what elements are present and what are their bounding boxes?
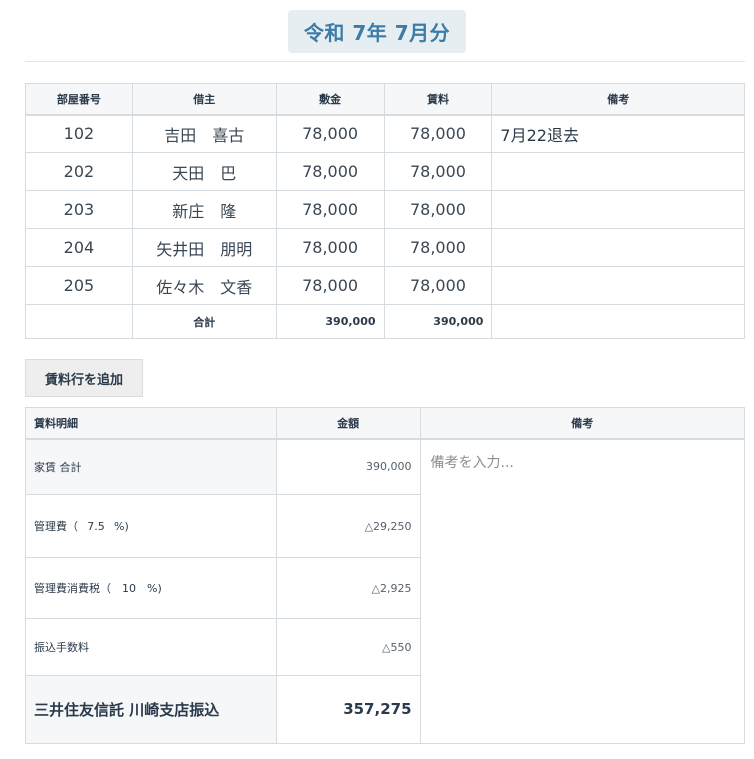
page-title: 令和 7年 7月分 xyxy=(287,10,467,53)
rent-cell[interactable]: 78,000 xyxy=(383,152,493,191)
total-note-empty xyxy=(491,304,745,339)
room-cell[interactable]: 203 xyxy=(25,190,133,229)
col-remarks: 備考 xyxy=(419,407,746,440)
table-row: 204 矢井田 朋明 78,000 78,000 xyxy=(25,228,745,267)
room-cell[interactable]: 204 xyxy=(25,228,133,267)
remarks-textarea[interactable] xyxy=(430,451,734,727)
total-row: 合計 390,000 390,000 xyxy=(25,304,745,339)
rent-cell[interactable]: 78,000 xyxy=(383,266,493,305)
note-cell[interactable] xyxy=(491,228,745,267)
rent-cell[interactable]: 78,000 xyxy=(383,228,493,267)
mgmt-tax-label: 管理費消費税（ xyxy=(34,582,111,596)
deposit-cell[interactable]: 78,000 xyxy=(275,190,385,229)
rent-total-amount: 390,000 xyxy=(275,437,421,496)
rent-table: 部屋番号 借主 敷金 賃料 備考 102 吉田 喜古 78,000 78,000… xyxy=(25,83,745,339)
mgmt-tax-pct-suffix: %) xyxy=(147,582,162,596)
note-cell[interactable] xyxy=(491,266,745,305)
detail-table: 賃料明細 金額 備考 家賃 合計 390,000 管理費（ 7.5%) △29,2… xyxy=(25,407,746,744)
room-cell[interactable]: 102 xyxy=(25,114,133,153)
detail-table-header: 賃料明細 金額 備考 xyxy=(25,407,746,440)
tenant-cell[interactable]: 新庄 隆 xyxy=(131,190,277,229)
deposit-cell[interactable]: 78,000 xyxy=(275,266,385,305)
mgmt-fee-pct-input[interactable]: 7.5 xyxy=(82,520,110,533)
rent-total-row: 家賃 合計 390,000 xyxy=(25,437,746,744)
title-wrap: 令和 7年 7月分 xyxy=(0,10,754,53)
tenant-cell[interactable]: 佐々木 文香 xyxy=(131,266,277,305)
rent-total-label: 家賃 合計 xyxy=(25,437,277,496)
note-cell[interactable]: 7月22退去 xyxy=(491,114,745,153)
final-label: 三井住友信託 川崎支店振込 xyxy=(25,674,277,744)
deposit-cell[interactable]: 78,000 xyxy=(275,114,385,153)
deposit-cell[interactable]: 78,000 xyxy=(275,152,385,191)
col-room: 部屋番号 xyxy=(25,83,133,116)
transfer-fee-label: 振込手数料 xyxy=(25,618,277,676)
mgmt-fee-amount: △29,250 xyxy=(275,494,421,558)
note-cell[interactable] xyxy=(491,190,745,229)
rent-cell[interactable]: 78,000 xyxy=(383,190,493,229)
mgmt-fee-label: 管理費（ xyxy=(34,520,78,534)
room-cell[interactable]: 202 xyxy=(25,152,133,191)
total-label: 合計 xyxy=(131,304,277,339)
transfer-fee-amount: △550 xyxy=(275,618,421,676)
col-rent: 賃料 xyxy=(383,83,493,116)
mgmt-tax-amount: △2,925 xyxy=(275,556,421,620)
deposit-cell[interactable]: 78,000 xyxy=(275,228,385,267)
room-cell[interactable]: 205 xyxy=(25,266,133,305)
rent-table-header: 部屋番号 借主 敷金 賃料 備考 xyxy=(25,83,745,116)
mgmt-tax-label-cell: 管理費消費税（ 10%) xyxy=(25,556,277,620)
total-empty-cell xyxy=(25,304,133,339)
col-deposit: 敷金 xyxy=(275,83,385,116)
table-row: 202 天田 巴 78,000 78,000 xyxy=(25,152,745,191)
col-amount: 金額 xyxy=(275,407,421,440)
table-row: 205 佐々木 文香 78,000 78,000 xyxy=(25,266,745,305)
rent-cell[interactable]: 78,000 xyxy=(383,114,493,153)
final-amount: 357,275 xyxy=(275,674,421,744)
tenant-cell[interactable]: 吉田 喜古 xyxy=(131,114,277,153)
total-deposit: 390,000 xyxy=(275,304,385,339)
total-rent: 390,000 xyxy=(383,304,493,339)
add-rent-row-button[interactable]: 賃料行を追加 xyxy=(25,359,143,397)
table-row: 102 吉田 喜古 78,000 78,000 7月22退去 xyxy=(25,114,745,153)
mgmt-tax-pct-input[interactable]: 10 xyxy=(115,582,143,595)
col-detail: 賃料明細 xyxy=(25,407,277,440)
mgmt-fee-pct-suffix: %) xyxy=(114,520,129,534)
divider xyxy=(25,61,745,62)
mgmt-fee-label-cell: 管理費（ 7.5%) xyxy=(25,494,277,558)
note-cell[interactable] xyxy=(491,152,745,191)
remarks-cell xyxy=(419,438,746,744)
col-tenant: 借主 xyxy=(131,83,277,116)
tenant-cell[interactable]: 天田 巴 xyxy=(131,152,277,191)
tenant-cell[interactable]: 矢井田 朋明 xyxy=(131,228,277,267)
table-row: 203 新庄 隆 78,000 78,000 xyxy=(25,190,745,229)
col-note: 備考 xyxy=(491,83,745,116)
